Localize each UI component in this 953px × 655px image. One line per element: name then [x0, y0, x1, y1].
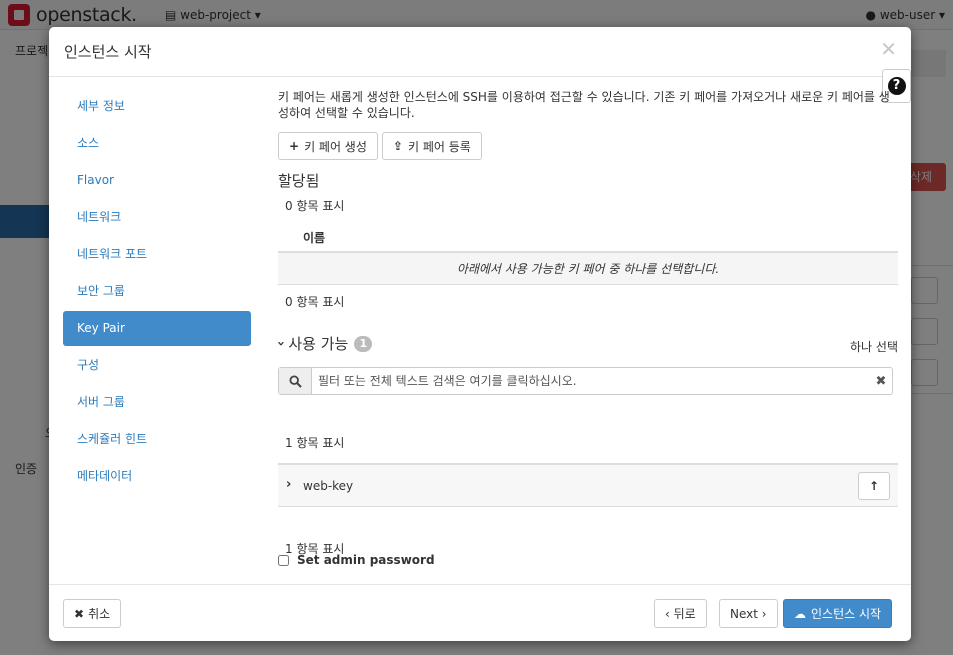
- nav-item-metadata[interactable]: 메타데이터: [63, 459, 251, 494]
- wizard-nav: 세부 정보 소스 Flavor 네트워크 네트워크 포트 보안 그룹 Key P…: [63, 89, 251, 496]
- next-button[interactable]: Next ›: [719, 599, 778, 628]
- allocated-count-bottom: 0 항목 표시: [285, 295, 345, 309]
- allocated-count-top: 0 항목 표시: [285, 199, 345, 213]
- nav-item-configuration[interactable]: 구성: [63, 348, 251, 383]
- arrow-up-icon: ↑: [868, 479, 880, 493]
- nav-item-scheduler-hints[interactable]: 스케쥴러 힌트: [63, 422, 251, 457]
- nav-item-flavor[interactable]: Flavor: [63, 163, 251, 198]
- filter-input[interactable]: [312, 374, 870, 388]
- launch-instance-button[interactable]: ☁ 인스턴스 시작: [783, 599, 893, 628]
- available-count-badge: 1: [354, 335, 373, 352]
- available-title: 사용 가능: [288, 335, 349, 353]
- nav-item-networks[interactable]: 네트워크: [63, 200, 251, 235]
- key-pair-name: web-key: [303, 479, 354, 493]
- allocated-title: 할당됨: [278, 172, 320, 190]
- expand-row-icon[interactable]: ›: [286, 477, 291, 492]
- back-button[interactable]: ‹ 뒤로: [654, 599, 707, 628]
- search-icon: [279, 368, 312, 394]
- nav-item-network-ports[interactable]: 네트워크 포트: [63, 237, 251, 272]
- nav-item-server-groups[interactable]: 서버 그룹: [63, 385, 251, 420]
- nav-item-key-pair[interactable]: Key Pair: [63, 311, 251, 346]
- modal-header: 인스턴스 시작 ✕: [49, 27, 911, 77]
- plus-icon: +: [289, 139, 300, 153]
- table-row: › web-key ↑: [278, 463, 898, 507]
- launch-instance-modal: 인스턴스 시작 ✕ ? 세부 정보 소스 Flavor 네트워크 네트워크 포트…: [49, 27, 911, 641]
- chevron-down-icon: ›: [273, 340, 289, 347]
- create-key-pair-button[interactable]: + 키 페어 생성: [278, 132, 378, 160]
- import-key-pair-button[interactable]: ⇪ 키 페어 등록: [381, 132, 482, 160]
- allocated-empty-row: 아래에서 사용 가능한 키 페어 중 하나를 선택합니다.: [278, 251, 898, 285]
- select-one-hint: 하나 선택: [850, 340, 898, 354]
- key-pair-help-text: 키 페어는 새롭게 생성한 인스턴스에 SSH를 이용하여 접근할 수 있습니다…: [278, 90, 890, 120]
- cancel-label: 취소: [88, 607, 111, 621]
- modal-title: 인스턴스 시작: [64, 43, 152, 61]
- launch-instance-label: 인스턴스 시작: [811, 607, 882, 621]
- cloud-upload-icon: ☁: [794, 606, 806, 621]
- nav-item-security-groups[interactable]: 보안 그룹: [63, 274, 251, 309]
- upload-icon: ⇪: [392, 139, 403, 153]
- admin-password-option: Set admin password: [278, 553, 435, 567]
- key-pair-panel: 키 페어는 새롭게 생성한 인스턴스에 SSH를 이용하여 접근할 수 있습니다…: [273, 89, 898, 567]
- nav-item-details[interactable]: 세부 정보: [63, 89, 251, 124]
- close-icon: ✖: [74, 606, 85, 621]
- create-key-pair-label: 키 페어 생성: [304, 139, 367, 154]
- cancel-button[interactable]: ✖ 취소: [63, 599, 122, 628]
- close-icon[interactable]: ✕: [880, 37, 897, 61]
- available-count-top: 1 항목 표시: [285, 436, 345, 450]
- admin-password-label: Set admin password: [297, 553, 435, 567]
- modal-footer: ✖ 취소 ‹ 뒤로 Next › ☁ 인스턴스 시작: [49, 584, 911, 641]
- key-pair-actions: + 키 페어 생성 ⇪ 키 페어 등록: [278, 132, 482, 160]
- available-toggle[interactable]: › 사용 가능 1: [273, 333, 373, 354]
- filter-bar: ✖: [278, 367, 893, 395]
- allocate-button[interactable]: ↑: [858, 472, 890, 500]
- nav-item-source[interactable]: 소스: [63, 126, 251, 161]
- clear-filter-icon[interactable]: ✖: [870, 374, 892, 389]
- allocated-column-name[interactable]: 이름: [303, 229, 325, 246]
- admin-password-checkbox[interactable]: [278, 554, 289, 566]
- import-key-pair-label: 키 페어 등록: [407, 139, 471, 154]
